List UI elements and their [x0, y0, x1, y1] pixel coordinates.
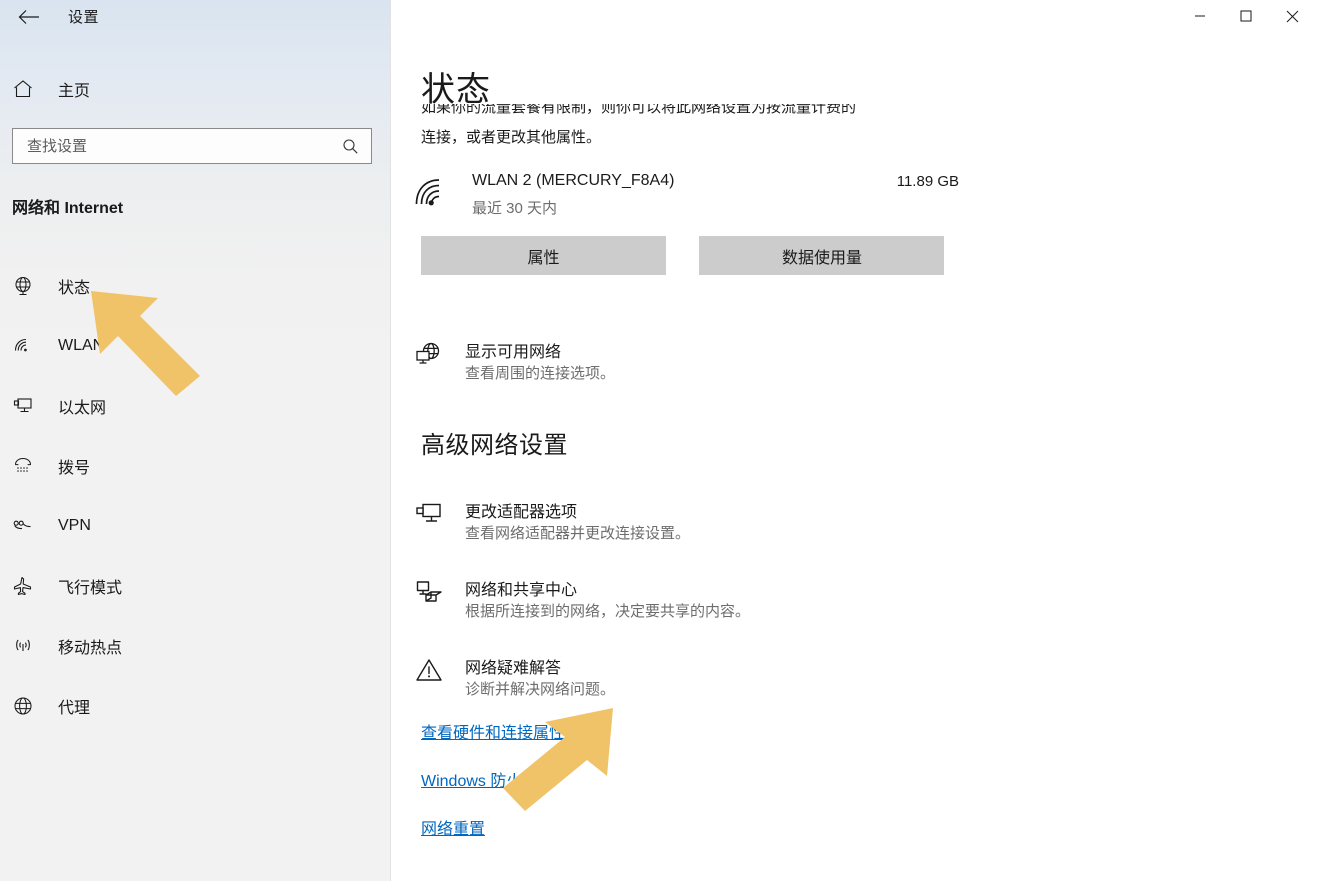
hotspot-icon — [12, 635, 46, 657]
sidebar-nav-list: 状态 WLAN 以太网 拨号 VPN 飞行模式 移动热点 代理 — [0, 256, 391, 736]
sidebar-item-home[interactable]: 主页 — [0, 70, 391, 108]
airplane-icon — [12, 575, 46, 597]
dialup-icon — [12, 455, 46, 477]
globe-monitor-icon — [414, 340, 448, 374]
maximize-button[interactable] — [1223, 0, 1269, 32]
ethernet-icon — [12, 395, 46, 417]
back-button[interactable] — [8, 4, 50, 30]
advanced-settings-title: 高级网络设置 — [421, 432, 568, 459]
sidebar-item-status[interactable]: 状态 — [0, 256, 391, 316]
sidebar-item-label: 飞行模式 — [58, 580, 123, 597]
vpn-icon — [12, 515, 46, 537]
data-usage-button[interactable]: 数据使用量 — [699, 236, 945, 275]
entry-subtitle: 根据所连接到的网络，决定要共享的内容。 — [465, 603, 751, 620]
globe-status-icon — [12, 275, 46, 297]
sidebar-item-label: VPN — [58, 517, 91, 534]
minimize-button[interactable] — [1177, 0, 1223, 32]
wifi-icon — [12, 335, 46, 357]
sidebar-category-title: 网络和 Internet — [12, 200, 124, 217]
network-summary-row[interactable]: WLAN 2 (MERCURY_F8A4) 最近 30 天内 11.89 GB — [414, 172, 959, 220]
entry-subtitle: 查看网络适配器并更改连接设置。 — [465, 525, 691, 542]
status-description-line1: 如果你的流量套餐有限制，则你可以将此网络设置为按流量计费的 — [421, 104, 857, 116]
entry-title: 显示可用网络 — [465, 344, 562, 361]
entry-subtitle: 查看周围的连接选项。 — [465, 365, 616, 382]
link-windows-firewall[interactable]: Windows 防火墙 — [421, 767, 538, 791]
main-content: 状态 如果你的流量套餐有限制，则你可以将此网络设置为按流量计费的 连接，或者更改… — [392, 0, 1323, 881]
sidebar-item-label: 拨号 — [58, 460, 91, 477]
sidebar-item-dialup[interactable]: 拨号 — [0, 436, 391, 496]
sidebar-item-airplane-mode[interactable]: 飞行模式 — [0, 556, 391, 616]
sidebar-home-label: 主页 — [58, 83, 91, 100]
search-box[interactable] — [12, 128, 372, 164]
sidebar-item-label: 以太网 — [58, 400, 107, 417]
entry-title: 更改适配器选项 — [465, 504, 578, 521]
properties-button[interactable]: 属性 — [421, 236, 666, 275]
settings-sidebar: 主页 网络和 Internet 状态 — [0, 0, 391, 881]
sidebar-item-label: 状态 — [58, 280, 91, 297]
entry-title: 网络和共享中心 — [465, 582, 578, 599]
sidebar-item-vpn[interactable]: VPN — [0, 496, 391, 556]
entry-subtitle: 诊断并解决网络问题。 — [465, 681, 616, 698]
network-period: 最近 30 天内 — [472, 200, 558, 217]
sidebar-item-mobile-hotspot[interactable]: 移动热点 — [0, 616, 391, 676]
sidebar-item-label: 移动热点 — [58, 640, 123, 657]
sidebar-item-label: WLAN — [58, 337, 105, 354]
title-bar: 设置 — [0, 0, 1323, 32]
proxy-globe-icon — [12, 695, 46, 717]
home-icon — [12, 78, 46, 100]
link-network-reset[interactable]: 网络重置 — [421, 815, 485, 839]
app-title: 设置 — [68, 9, 100, 26]
network-name: WLAN 2 (MERCURY_F8A4) — [472, 172, 675, 189]
sidebar-item-ethernet[interactable]: 以太网 — [0, 376, 391, 436]
wifi-signal-icon — [414, 176, 450, 215]
share-folder-icon — [414, 578, 448, 612]
warning-triangle-icon — [414, 656, 448, 690]
monitor-icon — [414, 500, 448, 534]
sidebar-item-label: 代理 — [58, 700, 91, 717]
search-icon — [342, 138, 359, 155]
sidebar-item-proxy[interactable]: 代理 — [0, 676, 391, 736]
network-action-buttons: 属性 数据使用量 — [421, 236, 945, 275]
status-description-line2: 连接，或者更改其他属性。 — [421, 129, 602, 146]
link-hardware-and-connection-properties[interactable]: 查看硬件和连接属性 — [421, 719, 565, 743]
sidebar-item-wlan[interactable]: WLAN — [0, 316, 391, 376]
status-description-line1-clipped: 如果你的流量套餐有限制，则你可以将此网络设置为按流量计费的 — [421, 104, 981, 122]
network-data-usage: 11.89 GB — [896, 173, 959, 190]
entry-title: 网络疑难解答 — [465, 660, 562, 677]
close-button[interactable] — [1269, 0, 1315, 32]
search-input[interactable] — [13, 129, 313, 163]
